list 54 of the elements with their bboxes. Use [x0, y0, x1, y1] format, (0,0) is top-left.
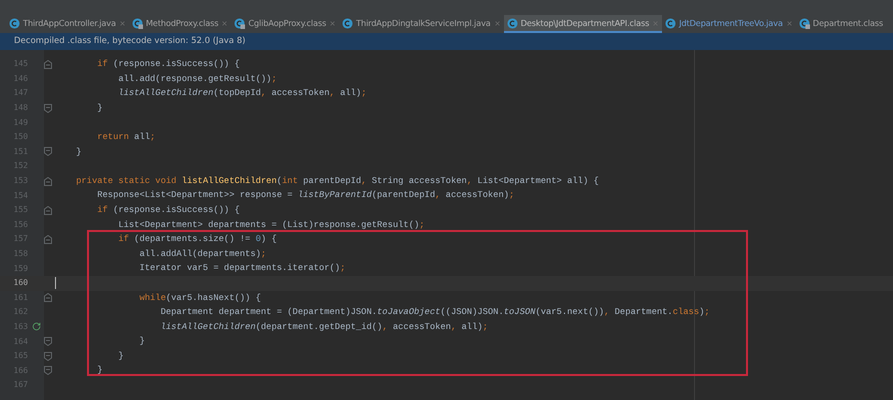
code-line: return all;	[96, 130, 156, 144]
code-line: }	[117, 350, 124, 363]
text-cursor	[55, 277, 56, 290]
code-line: Response<List<Department>> response = listByParentId(parentDepId, accessToken);	[96, 189, 514, 202]
fold-marker-icon[interactable]	[44, 176, 52, 186]
code-line: if (departments.size() != 0) {	[117, 233, 277, 246]
code-line: listAllGetChildren(department.getDept_id(), accessToken, all);	[160, 320, 488, 334]
code-line: }	[138, 335, 145, 348]
line-number: 160	[12, 277, 28, 290]
close-icon[interactable]	[786, 20, 793, 26]
class-icon	[665, 18, 676, 28]
code-line: Department department = (Department)JSON.toJavaObject((JSON)JSON.toJSON(var5.next()), Department.class);	[160, 306, 710, 320]
fold-marker-icon[interactable]	[44, 104, 52, 113]
class-file-icon	[132, 18, 143, 28]
code-line: }	[75, 146, 82, 159]
code-line: while(var5.hasNext()) {	[138, 292, 261, 304]
class-file-icon	[234, 18, 246, 28]
tab-label: Department.class	[812, 16, 884, 30]
class-icon	[9, 18, 20, 28]
code-line: private static void listAllGetChildren(int parentDepId, String accessToken, List<Department> all) {	[75, 174, 599, 188]
tab-label: ThirdAppController.java	[23, 16, 116, 30]
close-icon[interactable]	[329, 20, 336, 26]
fold-marker-icon[interactable]	[44, 234, 52, 244]
fold-marker-icon[interactable]	[44, 337, 52, 346]
fold-marker-icon[interactable]	[44, 366, 52, 376]
fold-marker-icon[interactable]	[44, 147, 52, 156]
code-line: Iterator var5 = departments.iterator();	[138, 262, 346, 276]
code-line: }	[96, 364, 103, 378]
close-icon[interactable]	[494, 20, 501, 26]
tab-label: JdtDepartmentTreeVo.java	[679, 16, 783, 30]
code-line: if (response.isSuccess()) {	[96, 58, 240, 71]
banner-text: Decompiled .class file, bytecode version: 52.0 (Java 8)	[14, 35, 246, 48]
tab-label: MethodProxy.class	[146, 16, 218, 30]
code-line: all.addAll(departments);	[138, 248, 266, 261]
close-icon[interactable]	[652, 20, 660, 26]
tab-label: Desktop\JdtDepartmentAPI.class	[520, 16, 650, 30]
fold-marker-icon[interactable]	[44, 206, 52, 215]
class-icon	[506, 18, 518, 28]
fold-marker-icon[interactable]	[44, 60, 52, 69]
close-icon[interactable]	[118, 20, 126, 26]
code-line: if (response.isSuccess()) {	[96, 204, 240, 217]
fold-marker-icon[interactable]	[44, 352, 52, 361]
code-line: listAllGetChildren(topDepId, accessToken, all);	[117, 87, 366, 100]
class-file-icon	[798, 18, 810, 28]
code-line: all.add(response.getResult());	[117, 72, 277, 86]
close-icon[interactable]	[221, 20, 228, 26]
code-line: List<Department> departments = (List)response.getResult();	[117, 218, 425, 232]
editor-tab[interactable]: Desktop\JdtDepartmentAPI.class	[504, 15, 662, 33]
code-line: }	[96, 102, 103, 115]
tab-label: ThirdAppDingtalkServiceImpl.java	[356, 16, 491, 30]
class-icon	[342, 18, 354, 28]
fold-marker-icon[interactable]	[44, 293, 52, 302]
tab-label: CglibAopProxy.class	[248, 16, 326, 30]
recursion-icon[interactable]	[32, 322, 40, 332]
